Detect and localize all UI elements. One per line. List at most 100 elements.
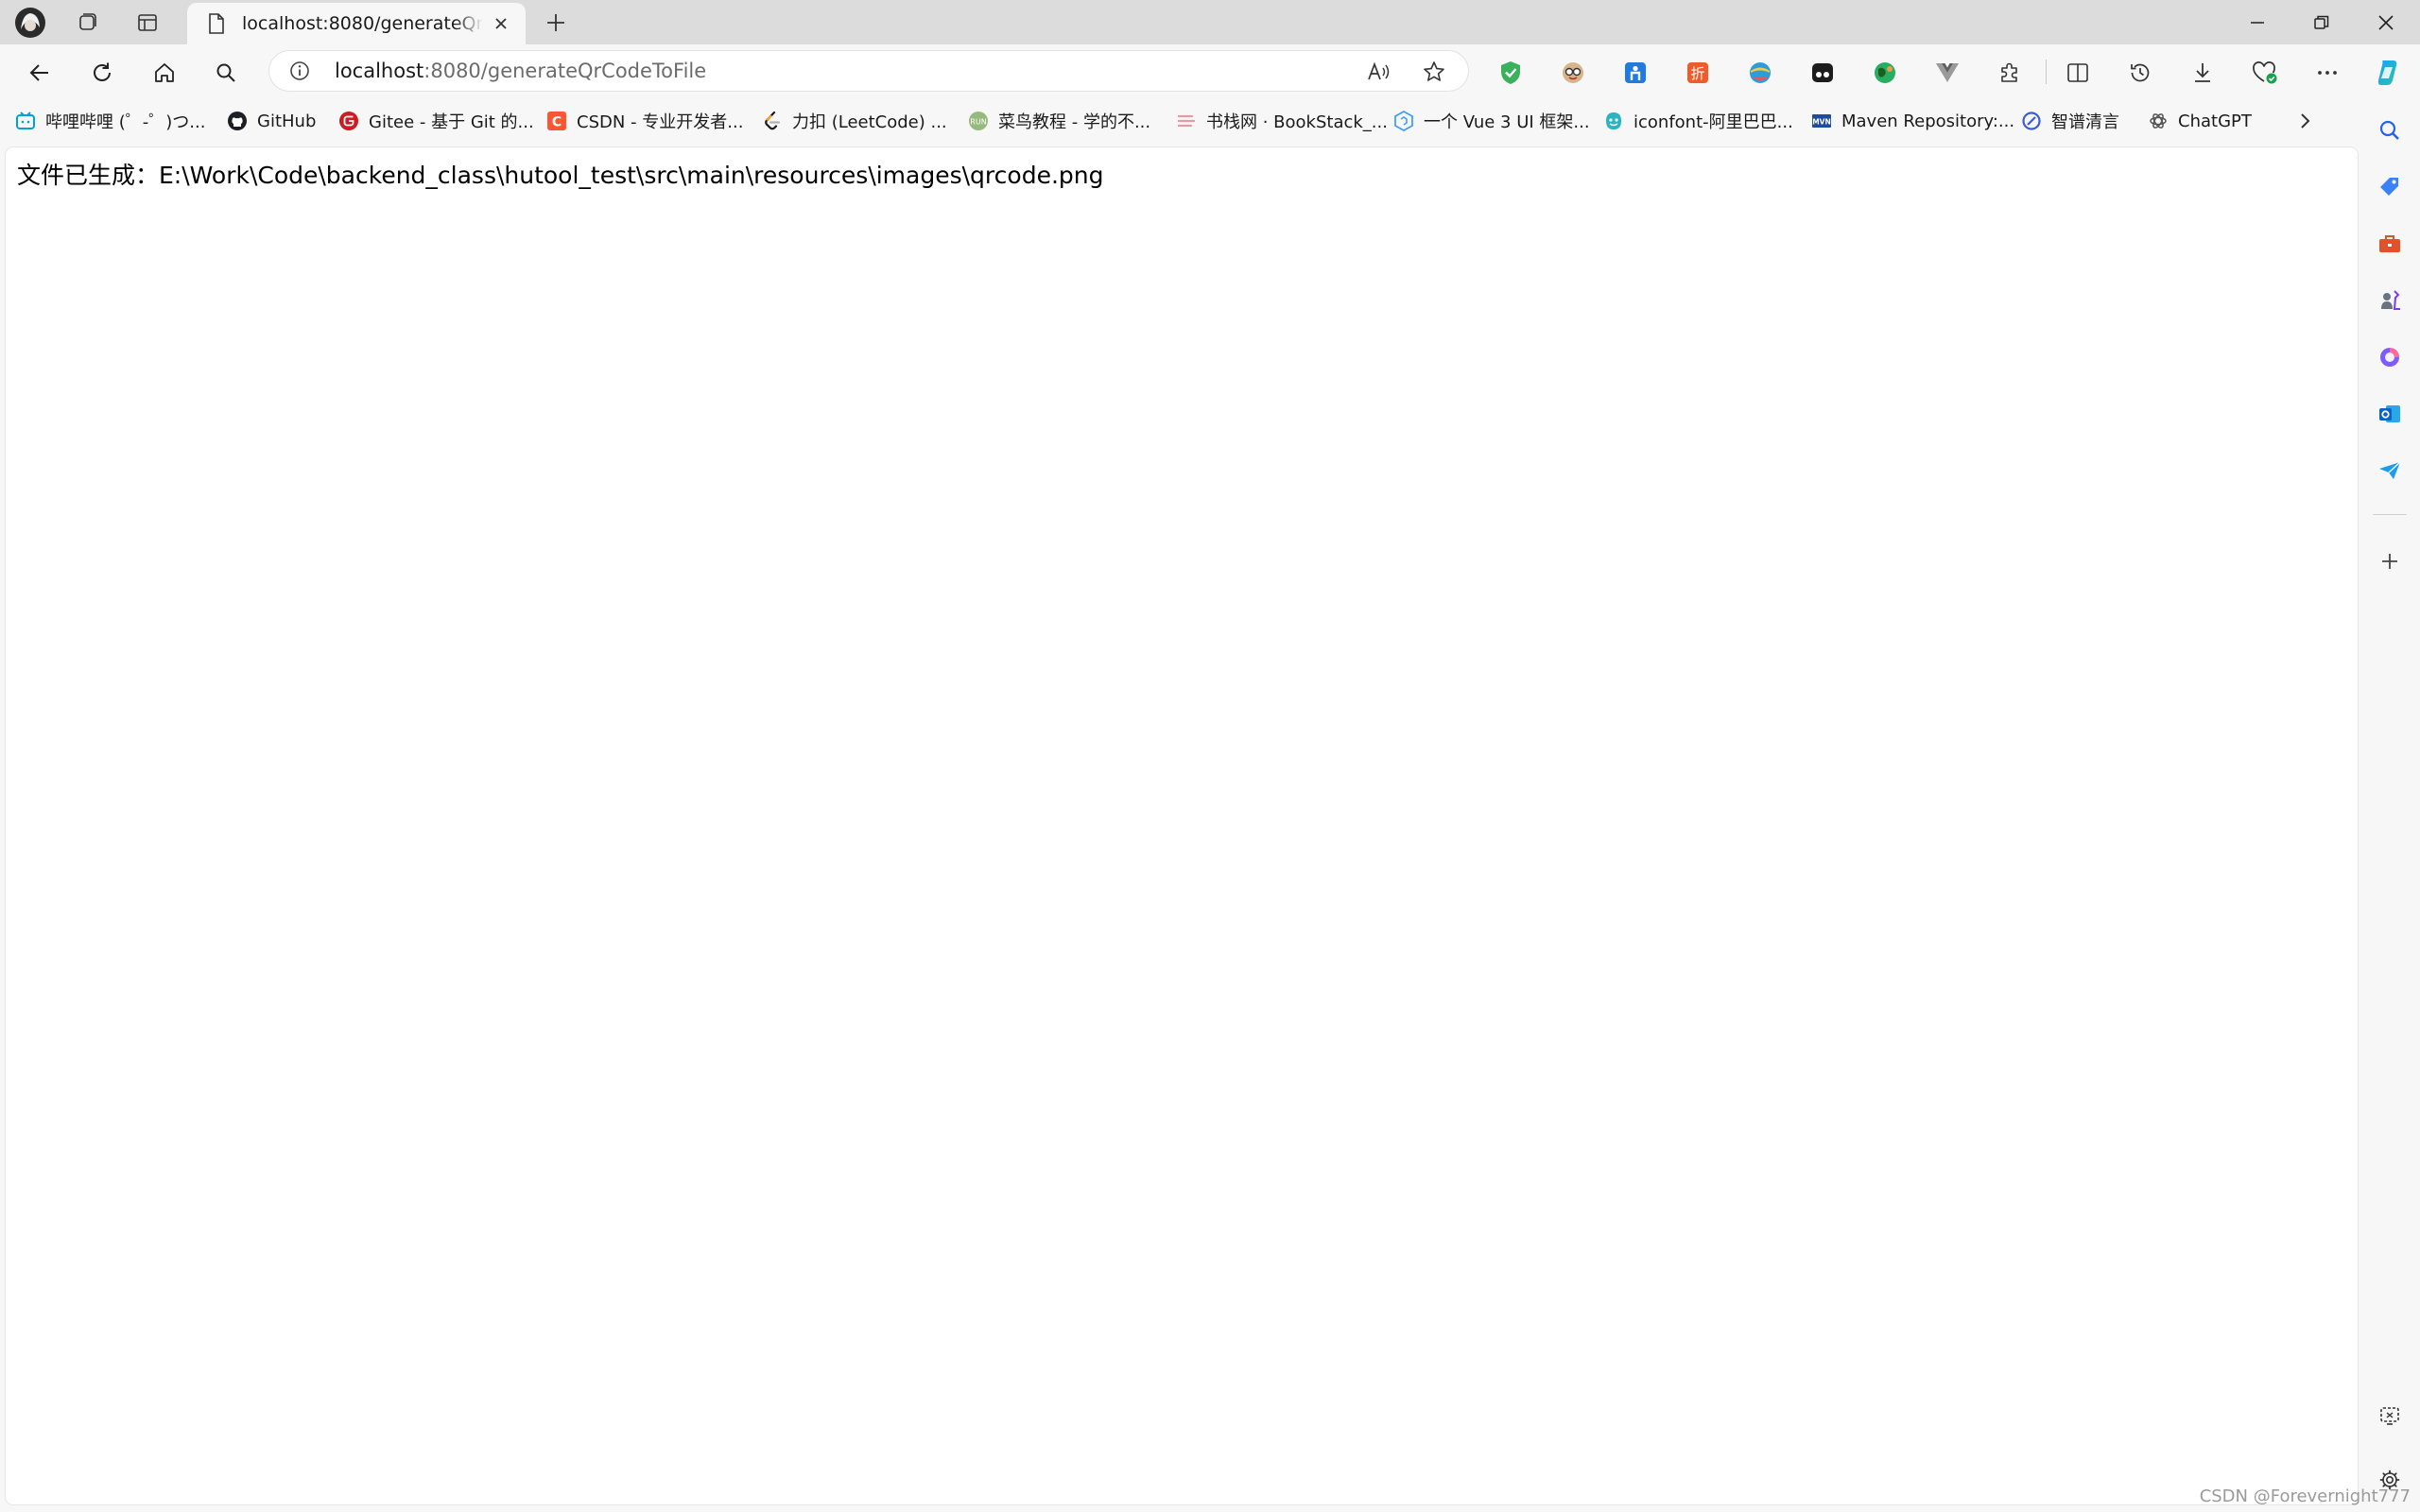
new-tab-button[interactable] bbox=[539, 6, 573, 40]
bookmark-maven[interactable]: MVN Maven Repository:... bbox=[1811, 105, 2014, 137]
bookmark-chatgpt[interactable]: ChatGPT bbox=[2148, 105, 2252, 137]
split-screen-button[interactable] bbox=[2059, 54, 2097, 92]
favorite-button[interactable] bbox=[1418, 56, 1450, 88]
shield-icon bbox=[1501, 61, 1520, 84]
home-icon bbox=[155, 63, 174, 82]
extension-face-button[interactable] bbox=[1554, 54, 1592, 92]
toolbox-icon bbox=[2379, 235, 2400, 252]
sidebar-screenshot-button[interactable] bbox=[2371, 1397, 2409, 1435]
bookmarks-bar: 哔哩哔哩 (゜-゜)つ... GitHub Gitee - 基于 Git 的..… bbox=[0, 98, 2420, 144]
adguard-extension-button[interactable] bbox=[1492, 54, 1530, 92]
site-info-icon[interactable] bbox=[287, 59, 312, 83]
close-window-button[interactable] bbox=[2356, 0, 2416, 44]
more-dots-icon bbox=[2318, 71, 2337, 75]
csdn-icon: C bbox=[546, 111, 567, 131]
close-icon bbox=[495, 18, 507, 29]
leetcode-icon bbox=[762, 111, 783, 131]
tag-icon bbox=[2380, 178, 2398, 196]
svg-text:MVN: MVN bbox=[1812, 118, 1831, 127]
active-tab[interactable]: localhost:8080/generateQrCodeToFile bbox=[187, 3, 526, 44]
bookmark-leetcode[interactable]: 力扣 (LeetCode) ... bbox=[762, 105, 947, 137]
discount-extension-button[interactable]: 折 bbox=[1679, 54, 1717, 92]
bookmark-label: 一个 Vue 3 UI 框架... bbox=[1424, 112, 1590, 132]
svg-text:RUN: RUN bbox=[970, 118, 986, 127]
outlook-icon bbox=[2379, 405, 2400, 422]
bookmark-bilibili[interactable]: 哔哩哔哩 (゜-゜)つ... bbox=[15, 105, 205, 137]
extension-globe-button[interactable] bbox=[1741, 54, 1779, 92]
workspaces-button[interactable] bbox=[70, 6, 104, 40]
toolbar-separator bbox=[2046, 60, 2047, 84]
url-path: :8080/generateQrCodeToFile bbox=[424, 60, 707, 82]
bookmark-csdn[interactable]: C CSDN - 专业开发者... bbox=[546, 105, 743, 137]
url-text[interactable]: localhost:8080/generateQrCodeToFile bbox=[335, 60, 706, 82]
colorful-globe-icon bbox=[1750, 62, 1771, 83]
settings-and-more-button[interactable] bbox=[2308, 54, 2346, 92]
bookmark-zhipu[interactable]: 智谱清言 bbox=[2021, 105, 2119, 137]
browser-essentials-button[interactable] bbox=[2246, 54, 2284, 92]
back-button[interactable] bbox=[21, 54, 59, 92]
tab-actions-button[interactable] bbox=[130, 6, 164, 40]
bookmark-label: Maven Repository:... bbox=[1841, 111, 2015, 131]
vue-ui-icon bbox=[1393, 111, 1414, 131]
bookmark-gitee[interactable]: Gitee - 基于 Git 的... bbox=[338, 105, 534, 137]
title-bar: localhost:8080/generateQrCodeToFile bbox=[0, 0, 2420, 44]
gitee-icon bbox=[338, 111, 359, 131]
svg-text:折: 折 bbox=[1690, 65, 1704, 82]
bookmark-bookstack[interactable]: 书栈网 · BookStack_... bbox=[1176, 105, 1388, 137]
close-tab-button[interactable] bbox=[488, 10, 514, 37]
watermark: CSDN @Forevernight777 bbox=[2199, 1486, 2411, 1506]
bookmark-github[interactable]: GitHub bbox=[227, 105, 316, 137]
search-icon bbox=[216, 63, 235, 82]
page-content: 文件已生成：E:\Work\Code\backend_class\hutool_… bbox=[6, 147, 2358, 1504]
refresh-button[interactable] bbox=[83, 54, 121, 92]
more-bookmarks-button[interactable] bbox=[2295, 105, 2314, 137]
minimize-button[interactable] bbox=[2227, 0, 2288, 44]
vue-devtools-button[interactable] bbox=[1928, 54, 1966, 92]
downloads-button[interactable] bbox=[2184, 54, 2221, 92]
bilibili-icon bbox=[15, 111, 36, 131]
bookmark-runoob[interactable]: RUN 菜鸟教程 - 学的不... bbox=[968, 105, 1150, 137]
sidebar-shopping-button[interactable] bbox=[2371, 168, 2409, 206]
history-button[interactable] bbox=[2121, 54, 2159, 92]
restore-button[interactable] bbox=[2291, 0, 2352, 44]
bookmark-label: ChatGPT bbox=[2178, 111, 2252, 131]
extension-blue-button[interactable] bbox=[1616, 54, 1654, 92]
bookmark-vue-ui[interactable]: 一个 Vue 3 UI 框架... bbox=[1393, 105, 1590, 137]
maven-icon: MVN bbox=[1811, 111, 1832, 131]
zhipu-icon bbox=[2021, 111, 2042, 131]
profile-avatar[interactable] bbox=[13, 6, 47, 40]
search-button[interactable] bbox=[207, 54, 245, 92]
sidebar-microsoft365-button[interactable] bbox=[2371, 338, 2409, 376]
page-icon bbox=[204, 11, 229, 36]
extension-earth-button[interactable] bbox=[1866, 54, 1904, 92]
extensions-button[interactable] bbox=[1991, 54, 2029, 92]
runoob-icon: RUN bbox=[968, 111, 989, 131]
chevron-right-icon bbox=[2301, 113, 2310, 129]
refresh-icon bbox=[94, 62, 111, 81]
paper-plane-icon bbox=[2379, 461, 2401, 479]
bookmark-label: Gitee - 基于 Git 的... bbox=[369, 112, 534, 132]
sidebar-tools-button[interactable] bbox=[2371, 225, 2409, 263]
screenshot-icon bbox=[2380, 1407, 2399, 1425]
earth-icon bbox=[1875, 62, 1895, 83]
sidebar-drop-button[interactable] bbox=[2371, 452, 2409, 490]
home-button[interactable] bbox=[146, 54, 183, 92]
extension-dark-button[interactable] bbox=[1804, 54, 1841, 92]
sidebar-games-button[interactable] bbox=[2371, 282, 2409, 319]
avatar-icon bbox=[15, 8, 45, 38]
sidebar-add-button[interactable] bbox=[2371, 542, 2409, 580]
url-host: localhost bbox=[335, 60, 424, 82]
restore-icon bbox=[2314, 15, 2329, 29]
bookmark-label: 书栈网 · BookStack_... bbox=[1206, 112, 1388, 132]
read-aloud-button[interactable] bbox=[1363, 56, 1395, 88]
address-bar[interactable]: localhost:8080/generateQrCodeToFile bbox=[268, 50, 1469, 92]
search-icon bbox=[2379, 120, 2399, 140]
bookmark-label: iconfont-阿里巴巴... bbox=[1634, 112, 1793, 132]
sidebar-outlook-button[interactable] bbox=[2371, 395, 2409, 433]
copilot-button[interactable] bbox=[2369, 54, 2407, 92]
sidebar-separator bbox=[2373, 514, 2407, 515]
bookmark-iconfont[interactable]: iconfont-阿里巴巴... bbox=[1603, 105, 1793, 137]
bookmark-label: CSDN - 专业开发者... bbox=[577, 112, 744, 132]
puzzle-icon bbox=[2001, 62, 2017, 82]
sidebar-search-button[interactable] bbox=[2371, 112, 2409, 149]
